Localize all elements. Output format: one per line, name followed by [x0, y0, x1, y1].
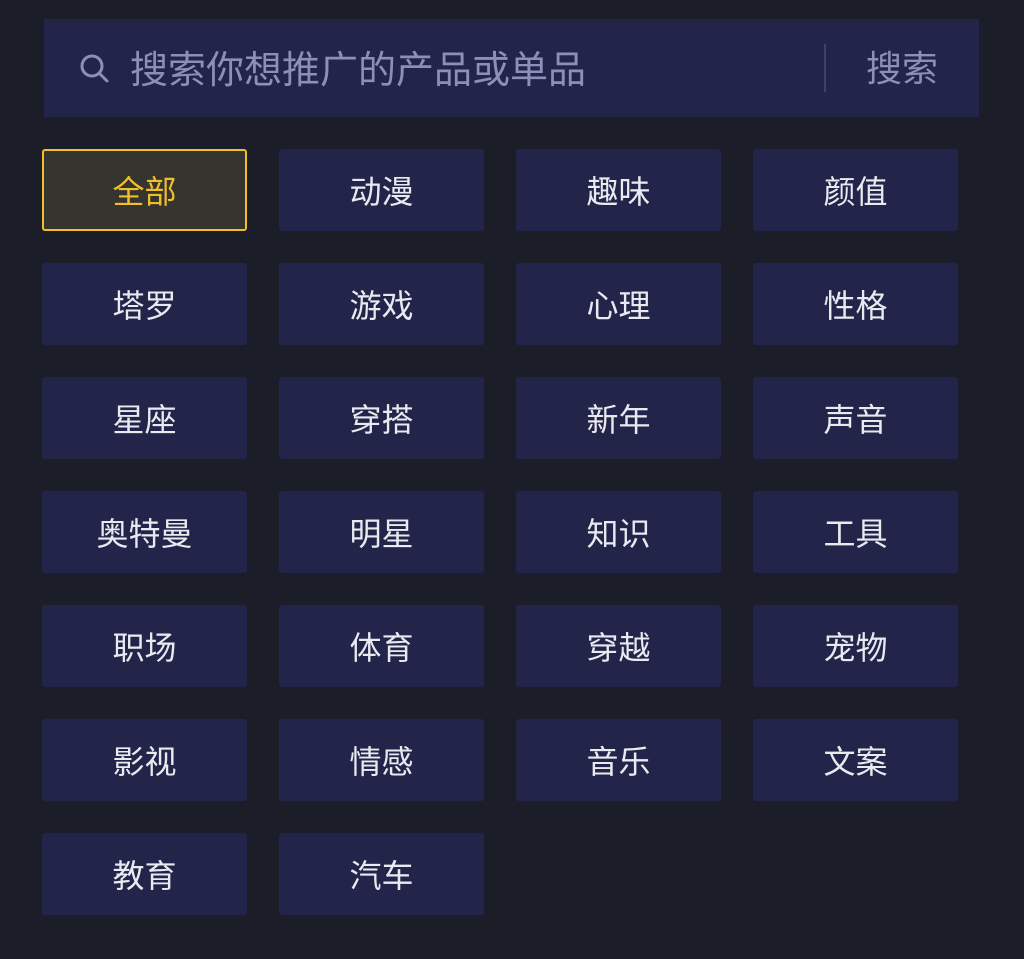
tag-education[interactable]: 教育 — [42, 833, 247, 915]
tag-knowledge[interactable]: 知识 — [516, 491, 721, 573]
search-input[interactable] — [130, 40, 810, 100]
tag-music[interactable]: 音乐 — [516, 719, 721, 801]
tag-film-tv[interactable]: 影视 — [42, 719, 247, 801]
search-button[interactable]: 搜索 — [842, 40, 962, 100]
tag-new-year[interactable]: 新年 — [516, 377, 721, 459]
tag-appearance[interactable]: 颜值 — [753, 149, 958, 231]
tag-fun[interactable]: 趣味 — [516, 149, 721, 231]
tag-copywriting[interactable]: 文案 — [753, 719, 958, 801]
tag-all[interactable]: 全部 — [42, 149, 247, 231]
category-tag-grid: 全部 动漫 趣味 颜值 塔罗 游戏 心理 性格 星座 穿搭 新年 声音 奥特曼 … — [42, 149, 960, 915]
tag-outfit[interactable]: 穿搭 — [279, 377, 484, 459]
tag-ultraman[interactable]: 奥特曼 — [42, 491, 247, 573]
tag-pets[interactable]: 宠物 — [753, 605, 958, 687]
tag-personality[interactable]: 性格 — [753, 263, 958, 345]
tag-tarot[interactable]: 塔罗 — [42, 263, 247, 345]
tag-psychology[interactable]: 心理 — [516, 263, 721, 345]
tag-celebrity[interactable]: 明星 — [279, 491, 484, 573]
tag-game[interactable]: 游戏 — [279, 263, 484, 345]
tag-cars[interactable]: 汽车 — [279, 833, 484, 915]
tag-time-travel[interactable]: 穿越 — [516, 605, 721, 687]
tag-tools[interactable]: 工具 — [753, 491, 958, 573]
tag-emotion[interactable]: 情感 — [279, 719, 484, 801]
search-icon — [80, 54, 109, 83]
tag-anime[interactable]: 动漫 — [279, 149, 484, 231]
tag-constellation[interactable]: 星座 — [42, 377, 247, 459]
tag-sports[interactable]: 体育 — [279, 605, 484, 687]
tag-voice[interactable]: 声音 — [753, 377, 958, 459]
search-divider — [824, 44, 826, 92]
tag-workplace[interactable]: 职场 — [42, 605, 247, 687]
